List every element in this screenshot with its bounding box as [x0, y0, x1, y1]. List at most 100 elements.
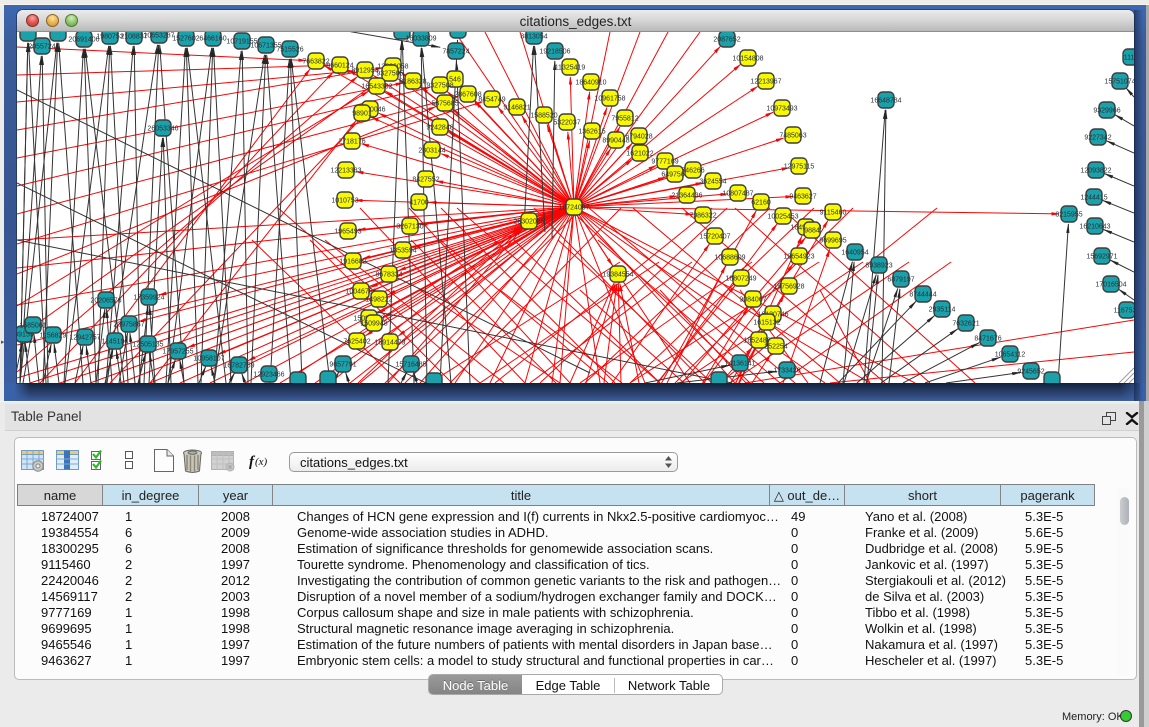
- svg-text:17016504: 17016504: [1095, 282, 1126, 289]
- svg-text:8186328: 8186328: [399, 79, 426, 86]
- svg-text:8215955: 8215955: [1055, 212, 1082, 219]
- svg-text:(x): (x): [255, 456, 268, 468]
- svg-text:12923466: 12923466: [253, 372, 284, 379]
- svg-text:1916682: 1916682: [339, 259, 366, 266]
- svg-text:10807487: 10807487: [722, 191, 753, 198]
- svg-text:9327508: 9327508: [426, 83, 453, 90]
- svg-text:12213383: 12213383: [330, 168, 361, 175]
- svg-text:26053346: 26053346: [147, 126, 178, 133]
- svg-text:746266: 746266: [681, 168, 704, 175]
- svg-text:9084067: 9084067: [739, 297, 766, 304]
- svg-text:10154808: 10154808: [732, 56, 763, 63]
- svg-text:7986322: 7986322: [689, 213, 716, 220]
- svg-text:8678334: 8678334: [375, 272, 402, 279]
- svg-text:9660124: 9660124: [326, 63, 353, 70]
- svg-text:10653287: 10653287: [143, 33, 174, 40]
- svg-text:16210643: 16210643: [1079, 224, 1110, 231]
- svg-text:2935114: 2935114: [929, 307, 956, 314]
- svg-text:1527602: 1527602: [172, 36, 199, 43]
- svg-text:62160: 62160: [751, 200, 771, 207]
- svg-text:1498222: 1498222: [365, 297, 392, 304]
- svg-text:1167533: 1167533: [1114, 308, 1134, 315]
- svg-text:2055724: 2055724: [28, 44, 55, 51]
- svg-text:1353594: 1353594: [389, 248, 416, 255]
- svg-text:16648784: 16648784: [870, 98, 901, 105]
- svg-text:1145194: 1145194: [102, 339, 129, 346]
- svg-text:15720407: 15720407: [699, 234, 730, 241]
- svg-text:1156829: 1156829: [40, 333, 67, 340]
- svg-text:20691406: 20691406: [68, 37, 99, 44]
- svg-text:9227342: 9227342: [1084, 135, 1111, 142]
- svg-text:16033809: 16033809: [405, 36, 436, 43]
- svg-text:7485063: 7485063: [779, 133, 806, 140]
- svg-text:1640954: 1640954: [841, 250, 868, 257]
- svg-text:16543362: 16543362: [361, 84, 392, 91]
- svg-text:9242848: 9242848: [426, 125, 453, 132]
- svg-text:21364436: 21364436: [671, 193, 702, 200]
- svg-text:1621022: 1621022: [626, 151, 653, 158]
- svg-text:252254: 252254: [764, 344, 787, 351]
- svg-text:18807249: 18807249: [725, 276, 756, 283]
- svg-text:25302085: 25302085: [513, 219, 544, 226]
- svg-text:12505135: 12505135: [132, 342, 163, 349]
- svg-text:7515526: 7515526: [276, 47, 303, 54]
- svg-text:41700: 41700: [409, 200, 429, 207]
- svg-text:1362615: 1362615: [578, 129, 605, 136]
- svg-text:7625402: 7625402: [343, 339, 370, 346]
- svg-text:12975115: 12975115: [784, 164, 815, 171]
- svg-text:15692971: 15692971: [1086, 254, 1117, 261]
- svg-text:8427552: 8427552: [412, 177, 439, 184]
- svg-text:16914479: 16914479: [374, 340, 405, 347]
- svg-text:2087652: 2087652: [713, 37, 740, 44]
- svg-text:18724007: 18724007: [558, 205, 589, 212]
- svg-text:10688609: 10688609: [714, 255, 745, 262]
- svg-text:10025453: 10025453: [767, 214, 798, 221]
- svg-text:10961758: 10961758: [594, 96, 625, 103]
- svg-text:19218506: 19218506: [539, 49, 570, 56]
- svg-text:15716485: 15716485: [395, 362, 426, 369]
- svg-text:98901: 98901: [352, 111, 372, 118]
- svg-text:12213967: 12213967: [750, 79, 781, 86]
- svg-text:9329966: 9329966: [1093, 108, 1120, 115]
- svg-text:9146821: 9146821: [503, 105, 530, 112]
- svg-text:1244415: 1244415: [1080, 195, 1107, 202]
- svg-text:1509948: 1509948: [360, 321, 387, 328]
- svg-text:8454749: 8454749: [478, 97, 505, 104]
- svg-text:5322037: 5322037: [553, 120, 580, 127]
- svg-text:3624554: 3624554: [699, 179, 726, 186]
- svg-text:19756928: 19756928: [773, 284, 804, 291]
- svg-text:8938923: 8938923: [865, 263, 892, 270]
- svg-text:23975867: 23975867: [113, 322, 144, 329]
- svg-text:3267130: 3267130: [396, 224, 423, 231]
- svg-text:1615132: 1615132: [753, 320, 780, 327]
- svg-text:1733426: 1733426: [773, 368, 800, 375]
- svg-text:8744444: 8744444: [909, 292, 936, 299]
- svg-text:17359924: 17359924: [133, 295, 164, 302]
- svg-text:19654923: 19654923: [783, 254, 814, 261]
- svg-text:6794028: 6794028: [625, 134, 652, 141]
- svg-text:18640910: 18640910: [575, 80, 606, 87]
- svg-text:7955812: 7955812: [611, 116, 638, 123]
- svg-text:9884: 9884: [804, 228, 820, 235]
- svg-text:15751074: 15751074: [1104, 79, 1134, 86]
- svg-text:11325419: 11325419: [555, 65, 586, 72]
- svg-text:19384554: 19384554: [602, 272, 633, 279]
- svg-text:9245652: 9245652: [1017, 369, 1044, 376]
- svg-text:12093822: 12093822: [1080, 168, 1111, 175]
- svg-text:5875685: 5875685: [431, 101, 458, 108]
- svg-text:16782759: 16782759: [223, 363, 254, 370]
- svg-text:8471676: 8471676: [974, 336, 1001, 343]
- svg-text:9327505: 9327505: [376, 71, 403, 78]
- svg-text:6879197: 6879197: [887, 277, 914, 284]
- svg-text:2803144: 2803144: [418, 148, 445, 155]
- svg-text:1965493: 1965493: [334, 229, 361, 236]
- svg-text:9777169: 9777169: [651, 159, 678, 166]
- svg-text:12942757: 12942757: [69, 335, 100, 342]
- svg-text:2718176: 2718176: [338, 139, 365, 146]
- svg-text:10973493: 10973493: [766, 106, 797, 113]
- svg-text:1585061: 1585061: [19, 323, 46, 330]
- svg-text:6466160: 6466160: [199, 36, 226, 43]
- svg-text:10654112: 10654112: [995, 352, 1026, 359]
- svg-text:14136141: 14136141: [724, 361, 755, 368]
- svg-text:7857224: 7857224: [442, 49, 469, 56]
